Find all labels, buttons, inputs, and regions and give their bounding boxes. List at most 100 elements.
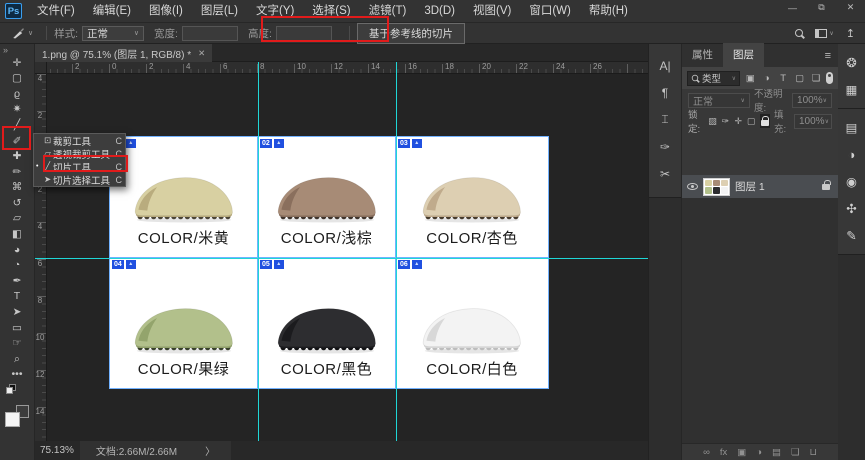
lock-artboard-icon[interactable]: ▢ <box>747 116 756 127</box>
character-panel-icon[interactable]: A| <box>649 52 681 79</box>
link-layers-icon[interactable]: ∞ <box>703 447 710 458</box>
slice-cell[interactable]: 04 ▴ COLOR/果绿 <box>110 258 258 388</box>
layer-effects-icon[interactable]: fx <box>720 447 727 458</box>
layer-mask-icon[interactable]: ▣ <box>737 447 746 458</box>
glyphs-panel-icon[interactable]: ⌶ <box>649 106 681 133</box>
opacity-select[interactable]: 100% ∨ <box>792 92 832 108</box>
healing-brush-tool[interactable]: ✚ <box>4 149 30 165</box>
swap-colors-icon[interactable] <box>6 384 28 404</box>
gradient-tool[interactable]: ◧ <box>4 227 30 243</box>
slice-cell[interactable]: 02 ▴ COLOR/浅棕 <box>258 137 396 258</box>
close-icon[interactable]: ✕ <box>198 48 205 59</box>
adjustments-panel-icon[interactable]: ◑ <box>838 141 865 168</box>
path-selection-tool[interactable]: ➤ <box>4 305 30 321</box>
tool-icon: ••• <box>11 368 23 381</box>
slice-select-tool[interactable]: ➤ 切片选择工具 C <box>34 173 125 187</box>
layer-row-selected[interactable]: 图层 1 <box>682 175 838 198</box>
snapshot-panel-icon[interactable]: ✎ <box>838 222 865 249</box>
document-size-info[interactable]: 文档:2.66M/2.66M 〉 <box>79 441 232 460</box>
eraser-tool[interactable]: ▱ <box>4 211 30 227</box>
slice-cell[interactable]: 01 ▴ COLOR/米黄 <box>110 137 258 258</box>
crop-tool[interactable]: ⊡ 裁剪工具 C <box>34 134 125 148</box>
zoom-tool[interactable]: ⌕ <box>4 351 30 367</box>
blur-tool[interactable]: ◕ <box>4 242 30 258</box>
marquee-tool[interactable]: ▢ <box>4 71 30 87</box>
编辑-e-[interactable]: 编辑(E) <box>84 0 140 22</box>
paragraph-panel-icon[interactable]: ¶ <box>649 79 681 106</box>
restore-button[interactable]: ⧉ <box>807 0 836 15</box>
toolbar-collapse-icon[interactable]: » <box>0 44 11 55</box>
lock-all-button-active[interactable] <box>759 114 770 128</box>
filter-pixel-layers-icon[interactable]: ▣ <box>744 73 756 84</box>
layer-group-icon[interactable]: ▤ <box>772 447 781 458</box>
slice-cell[interactable]: 05 ▴ COLOR/黑色 <box>258 258 396 388</box>
slice-cell[interactable]: 06 ▴ COLOR/白色 <box>396 258 548 388</box>
swatches-panel-icon[interactable]: ▦ <box>838 76 865 103</box>
minimize-button[interactable]: — <box>778 0 807 15</box>
foreground-background-swatches[interactable] <box>5 405 29 428</box>
adjustment-layer-icon[interactable]: ◑ <box>756 447 762 458</box>
clone-stamp-tool[interactable]: ⌘ <box>4 180 30 196</box>
horizontal-guide[interactable] <box>35 258 648 259</box>
图层-l-[interactable]: 图层(L) <box>192 0 247 22</box>
filter-smart-objects-icon[interactable]: ❏ <box>810 73 822 84</box>
visibility-eye-icon[interactable] <box>687 183 698 190</box>
vertical-guide[interactable] <box>396 62 397 441</box>
width-input[interactable] <box>181 25 238 41</box>
filter-adjustment-layers-icon[interactable]: ◑ <box>760 73 772 84</box>
paths-panel-icon[interactable]: ✣ <box>838 195 865 222</box>
lock-transparent-pixels-icon[interactable]: ▨ <box>708 116 717 127</box>
history-brush-tool[interactable]: ↺ <box>4 195 30 211</box>
tab-layers[interactable]: 图层 <box>723 43 764 67</box>
filter-shape-layers-icon[interactable]: ▢ <box>793 73 805 84</box>
窗口-w-[interactable]: 窗口(W) <box>520 0 580 22</box>
search-icon[interactable] <box>795 29 804 37</box>
tab-properties[interactable]: 属性 <box>682 43 723 67</box>
document-image[interactable]: 01 ▴ COLOR/米黄 02 ▴ <box>109 136 549 389</box>
fill-select[interactable]: 100% ∨ <box>794 113 832 129</box>
tool-presets-panel-icon[interactable]: ✂ <box>649 160 681 187</box>
slice-cell[interactable]: 03 ▴ COLOR/杏色 <box>396 137 548 258</box>
move-tool[interactable]: ✛ <box>4 55 30 71</box>
foreground-color-swatch[interactable] <box>5 412 20 428</box>
delete-layer-icon[interactable]: ⊔ <box>810 447 817 458</box>
文件-f-[interactable]: 文件(F) <box>28 0 84 22</box>
lock-position-icon[interactable]: ✛ <box>734 116 743 127</box>
panel-menu-icon[interactable]: ≡ <box>825 50 838 67</box>
document-tab[interactable]: 1.png @ 75.1% (图层 1, RGB/8) * ✕ <box>35 44 213 62</box>
3d-d-[interactable]: 3D(D) <box>415 0 464 22</box>
color-panel-icon[interactable]: ❂ <box>838 49 865 76</box>
horizontal-ruler[interactable]: 4202468101214161820222426 <box>35 62 648 74</box>
canvas-area[interactable]: 4202468101214161820222426 4202468101214 … <box>35 62 648 441</box>
styles-panel-icon[interactable]: ◉ <box>838 168 865 195</box>
filter-type-layers-icon[interactable]: T <box>777 73 789 84</box>
lock-image-pixels-icon[interactable]: ✑ <box>721 116 730 127</box>
libraries-panel-icon[interactable]: ▤ <box>838 114 865 141</box>
blend-mode-select[interactable]: 正常 ∨ <box>688 92 750 108</box>
new-layer-icon[interactable]: ❏ <box>791 447 800 458</box>
vertical-guide[interactable] <box>258 62 259 441</box>
brush-settings-panel-icon[interactable]: ✑ <box>649 133 681 160</box>
brush-tool[interactable]: ✏ <box>4 164 30 180</box>
layer-thumbnail[interactable] <box>703 177 730 196</box>
图像-i-[interactable]: 图像(I) <box>140 0 192 22</box>
lasso-tool[interactable]: ϱ <box>4 86 30 102</box>
帮助-h-[interactable]: 帮助(H) <box>580 0 637 22</box>
pen-tool[interactable]: ✒ <box>4 273 30 289</box>
style-select[interactable]: 正常 ∨ <box>82 25 145 41</box>
workspace-switcher[interactable]: ∨ <box>815 28 834 38</box>
filter-pin-toggle-icon[interactable] <box>826 72 833 84</box>
hand-tool[interactable]: ☞ <box>4 336 30 352</box>
zoom-level[interactable]: 75.13% <box>35 445 80 456</box>
share-icon[interactable]: ↥ <box>846 27 855 40</box>
close-button[interactable]: ✕ <box>836 0 865 15</box>
视图-v-[interactable]: 视图(V) <box>464 0 520 22</box>
type-tool[interactable]: T <box>4 289 30 305</box>
quick-selection-tool[interactable]: ✷ <box>4 102 30 118</box>
layer-filter-select[interactable]: 类型 ∨ <box>687 70 741 86</box>
shape-tool[interactable]: ▭ <box>4 320 30 336</box>
chevron-right-icon[interactable]: 〉 <box>205 443 215 458</box>
active-tool-preset[interactable]: ∨ <box>6 27 39 40</box>
edit-toolbar-icon[interactable]: ••• <box>4 367 30 383</box>
dodge-tool[interactable]: ◔ <box>4 258 30 274</box>
